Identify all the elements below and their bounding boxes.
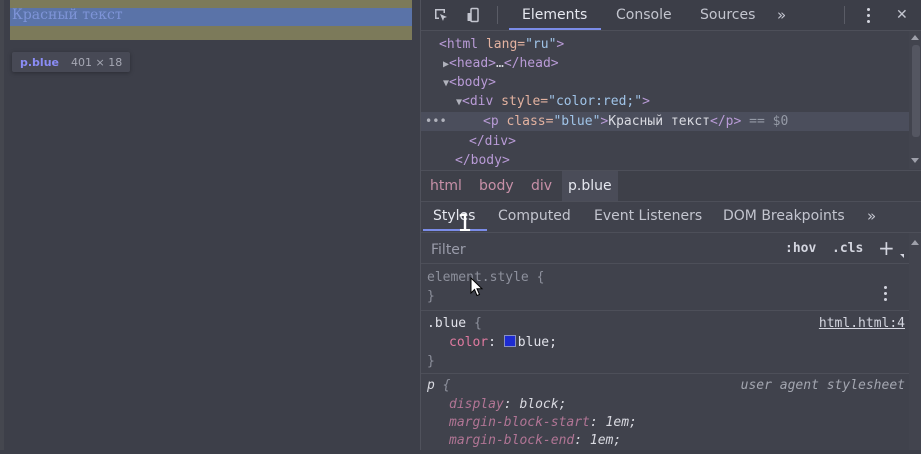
ua-declaration: margin-block-start: 1em; [449, 415, 637, 430]
page-viewport: Красный текст p.blue 401 × 18 [0, 0, 420, 450]
more-tabs-button[interactable]: » [777, 0, 786, 30]
tab-console[interactable]: Console [616, 0, 672, 30]
hov-button[interactable]: :hov [785, 239, 816, 259]
cls-button[interactable]: .cls [832, 239, 863, 259]
tab-event-listeners[interactable]: Event Listeners [594, 201, 702, 232]
devtools-panel: Elements Console Sources » ✕ <html lang=… [420, 0, 921, 450]
close-devtools-button[interactable]: ✕ [896, 0, 908, 30]
tooltip-tag: p.blue [20, 55, 59, 69]
color-declaration[interactable]: color: blue; [449, 333, 557, 352]
scroll-up-icon[interactable] [911, 35, 919, 40]
kebab-icon[interactable] [884, 286, 888, 302]
active-tab-underline [509, 28, 601, 30]
toolbar-separator [844, 6, 845, 24]
breadcrumb-body[interactable]: body [473, 171, 520, 201]
element-style-close: } [427, 289, 435, 304]
devtools-toolbar: Elements Console Sources » ✕ [421, 0, 921, 31]
device-toolbar-icon[interactable] [466, 7, 482, 23]
breadcrumb-div[interactable]: div [525, 171, 558, 201]
breadcrumb-html[interactable]: html [424, 171, 468, 201]
viewport-edge [0, 0, 4, 450]
ua-selector: p { [427, 378, 451, 393]
rule-menu-corner-icon[interactable] [900, 254, 904, 258]
ua-declaration: display: block; [449, 397, 567, 412]
new-style-rule-button[interactable]: + [878, 237, 895, 259]
paragraph-text[interactable]: Красный текст [12, 7, 123, 23]
dom-node-div[interactable]: ▼<div style="color:red;"> [421, 92, 909, 111]
tab-dom-breakpoints[interactable]: DOM Breakpoints [723, 201, 845, 232]
select-element-icon[interactable] [433, 7, 449, 23]
element-style-selector[interactable]: element.style { [427, 268, 544, 287]
dom-tree: <html lang="ru"> ▶<head>…</head> ▼<body>… [421, 31, 909, 169]
blue-selector[interactable]: .blue { [427, 314, 482, 333]
kebab-icon[interactable] [867, 8, 871, 24]
breadcrumb: html body div p.blue [421, 170, 921, 202]
blue-rule-close: } [427, 354, 435, 369]
color-swatch-icon[interactable] [503, 335, 516, 347]
mouse-cursor-icon [470, 277, 484, 297]
tab-elements[interactable]: Elements [522, 0, 587, 30]
breadcrumb-p-blue[interactable]: p.blue [562, 171, 618, 201]
more-subtabs-button[interactable]: » [867, 201, 876, 232]
dom-node-p-selected[interactable]: ••• <p class="blue">Красный текст</p> == … [421, 112, 909, 131]
ua-rule-p[interactable]: p { user agent stylesheet display: block… [421, 374, 909, 454]
source-link[interactable]: html.html:4 [819, 314, 905, 333]
tab-sources[interactable]: Sources [700, 0, 755, 30]
scrollbar-thumb[interactable] [912, 45, 920, 137]
styles-filter-bar: :hov .cls + [421, 233, 909, 264]
node-actions-icon[interactable]: ••• [425, 112, 447, 131]
dom-node-body-close[interactable]: </body> [421, 151, 909, 170]
tab-computed[interactable]: Computed [498, 201, 571, 232]
element-tooltip: p.blue 401 × 18 [12, 52, 131, 72]
dom-node-head[interactable]: ▶<head>…</head> [421, 54, 909, 73]
dom-node-html[interactable]: <html lang="ru"> [421, 35, 909, 54]
blue-class-rule[interactable]: .blue { html.html:4 color: blue; } [421, 311, 909, 374]
dom-node-body[interactable]: ▼<body> [421, 73, 909, 92]
scroll-up-icon[interactable] [911, 240, 919, 245]
active-subtab-underline [423, 229, 487, 231]
ua-declaration: margin-block-end: 1em; [449, 433, 622, 448]
element-style-rule[interactable]: element.style { } [421, 264, 909, 311]
ua-source-label: user agent stylesheet [740, 378, 905, 393]
styles-pane: element.style { } .blue { html.html:4 co… [421, 264, 909, 450]
tooltip-size: 401 × 18 [71, 55, 123, 69]
sidebar-tabs: Styles Computed Event Listeners DOM Brea… [421, 201, 921, 233]
toolbar-separator [497, 6, 498, 24]
styles-filter-input[interactable] [429, 239, 773, 261]
styles-scrollbar[interactable] [909, 233, 921, 450]
scroll-down-icon[interactable] [911, 158, 919, 163]
dom-node-div-close[interactable]: </div> [421, 132, 909, 151]
